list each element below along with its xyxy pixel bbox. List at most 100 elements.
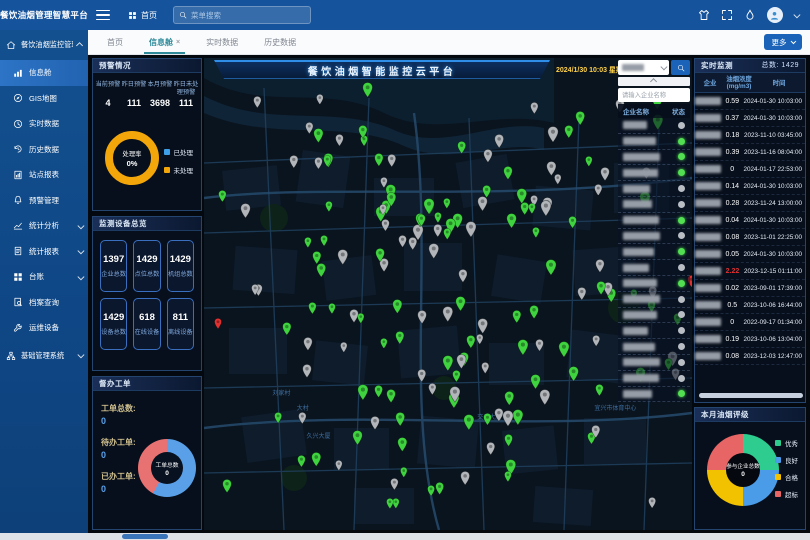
map-pin[interactable] bbox=[535, 339, 544, 352]
table-row[interactable]: 0.182023-11-10 03:45:00 bbox=[695, 127, 805, 144]
map-pin[interactable] bbox=[539, 389, 551, 405]
list-item[interactable] bbox=[618, 165, 690, 181]
map-pin[interactable] bbox=[457, 141, 466, 154]
table-row[interactable]: 0.282023-11-24 13:00:00 bbox=[695, 195, 805, 212]
table-row[interactable]: 02024-01-17 22:53:00 bbox=[695, 161, 805, 178]
map-pin[interactable] bbox=[504, 471, 512, 482]
map-pin[interactable] bbox=[568, 366, 579, 382]
map-pin[interactable] bbox=[240, 203, 251, 218]
map-pin[interactable] bbox=[313, 128, 324, 143]
map-pin[interactable] bbox=[460, 471, 470, 485]
table-row[interactable]: 0.082023-12-03 12:47:00 bbox=[695, 348, 805, 365]
tab-实时数据[interactable]: 实时数据 bbox=[193, 30, 251, 54]
table-row[interactable]: 0.592024-01-30 10:03:00 bbox=[695, 93, 805, 110]
map-pin[interactable] bbox=[530, 102, 539, 114]
map-pin[interactable] bbox=[303, 337, 313, 351]
map-pin[interactable] bbox=[325, 201, 333, 212]
chevron-down-icon[interactable] bbox=[793, 11, 799, 17]
map-pin[interactable] bbox=[298, 412, 307, 424]
map-pin[interactable] bbox=[504, 391, 515, 406]
map-pin[interactable] bbox=[397, 437, 408, 452]
map-pin[interactable] bbox=[340, 342, 348, 353]
map-pin[interactable] bbox=[337, 249, 348, 265]
map-pin[interactable] bbox=[375, 248, 385, 262]
avatar[interactable] bbox=[767, 7, 783, 23]
map-pin[interactable] bbox=[512, 310, 522, 323]
map-pin[interactable] bbox=[423, 198, 435, 215]
map-pin[interactable] bbox=[386, 192, 397, 207]
map-pin[interactable] bbox=[358, 125, 368, 139]
map-pin[interactable] bbox=[308, 302, 317, 314]
collapse-button[interactable] bbox=[618, 77, 690, 86]
map-pin[interactable] bbox=[374, 385, 383, 398]
list-item[interactable] bbox=[618, 292, 690, 308]
list-item[interactable] bbox=[618, 229, 690, 245]
map-pin[interactable] bbox=[585, 156, 593, 167]
map-pin[interactable] bbox=[512, 409, 524, 425]
map-pin[interactable] bbox=[304, 237, 312, 248]
map-pin[interactable] bbox=[504, 434, 513, 447]
sidebar-item-archive-query[interactable]: 档案查询 bbox=[0, 290, 88, 316]
map-pin[interactable] bbox=[386, 498, 394, 509]
table-row[interactable]: 02022-09-17 01:34:00 bbox=[695, 314, 805, 331]
tab-历史数据[interactable]: 历史数据 bbox=[251, 30, 309, 54]
map-pin[interactable] bbox=[374, 153, 384, 167]
map-pin[interactable] bbox=[532, 227, 540, 238]
map-pin[interactable] bbox=[494, 134, 504, 148]
map-pin[interactable] bbox=[568, 216, 577, 229]
map-pin[interactable] bbox=[316, 94, 324, 105]
sidebar-group-basic-system[interactable]: 基础管理系统 bbox=[0, 341, 88, 371]
map-pin[interactable] bbox=[558, 341, 570, 358]
map-pin[interactable] bbox=[428, 243, 439, 259]
sidebar-item-ledger[interactable]: 台账 bbox=[0, 264, 88, 290]
table-row[interactable]: 0.52023-10-06 16:44:00 bbox=[695, 297, 805, 314]
list-item[interactable] bbox=[618, 150, 690, 166]
list-item[interactable] bbox=[618, 308, 690, 324]
map-pin[interactable] bbox=[456, 354, 467, 369]
map-pin[interactable] bbox=[435, 482, 444, 495]
map-pin[interactable] bbox=[417, 214, 426, 227]
sidebar-item-gis-map[interactable]: GIS地图 bbox=[0, 86, 88, 112]
map-pin[interactable] bbox=[466, 335, 476, 349]
map-pin[interactable] bbox=[463, 414, 475, 430]
map-pin[interactable] bbox=[357, 384, 369, 401]
map-pin[interactable] bbox=[335, 134, 344, 146]
table-row[interactable]: 0.082023-11-01 22:25:00 bbox=[695, 229, 805, 246]
map-pin[interactable] bbox=[400, 467, 408, 478]
map-pin[interactable] bbox=[379, 204, 387, 215]
map-pin[interactable] bbox=[395, 331, 405, 344]
map-pin[interactable] bbox=[575, 111, 585, 125]
map-pin[interactable] bbox=[481, 362, 489, 374]
map-pin[interactable] bbox=[218, 190, 227, 202]
list-item[interactable] bbox=[618, 276, 690, 292]
map-pin[interactable] bbox=[398, 235, 407, 248]
map-pin[interactable] bbox=[458, 269, 468, 283]
map-pin[interactable] bbox=[502, 410, 514, 427]
horizontal-scrollbar[interactable] bbox=[699, 393, 803, 398]
map-pin[interactable] bbox=[390, 478, 399, 490]
map-pin[interactable] bbox=[595, 384, 604, 396]
map-pin[interactable] bbox=[516, 188, 527, 204]
sidebar-item-stat-analysis[interactable]: 统计分析 bbox=[0, 213, 88, 239]
map-pin[interactable] bbox=[316, 263, 326, 278]
map-pin[interactable] bbox=[600, 167, 610, 181]
map-pin[interactable] bbox=[320, 235, 328, 246]
table-row[interactable]: 0.372024-01-30 10:03:00 bbox=[695, 110, 805, 127]
map-pin[interactable] bbox=[362, 82, 373, 98]
list-item[interactable] bbox=[618, 213, 690, 229]
map-pin[interactable] bbox=[540, 200, 552, 217]
sidebar-item-info-cabin[interactable]: 信息舱 bbox=[0, 60, 88, 86]
map-pin[interactable] bbox=[591, 425, 601, 438]
table-row[interactable]: 0.042024-01-30 10:03:00 bbox=[695, 212, 805, 229]
sidebar-item-warning-mgmt[interactable]: 预警管理 bbox=[0, 188, 88, 214]
map-pin[interactable] bbox=[282, 322, 292, 336]
breadcrumb[interactable]: 首页 bbox=[128, 10, 157, 21]
map-pin[interactable] bbox=[253, 96, 262, 108]
map-pin[interactable] bbox=[596, 281, 606, 295]
map-pin[interactable] bbox=[274, 412, 282, 424]
map-pin[interactable] bbox=[251, 284, 259, 296]
map-pin[interactable] bbox=[434, 212, 442, 223]
tab-首页[interactable]: 首页 bbox=[94, 30, 136, 54]
list-item[interactable] bbox=[618, 339, 690, 355]
map-pin[interactable] bbox=[486, 442, 495, 455]
